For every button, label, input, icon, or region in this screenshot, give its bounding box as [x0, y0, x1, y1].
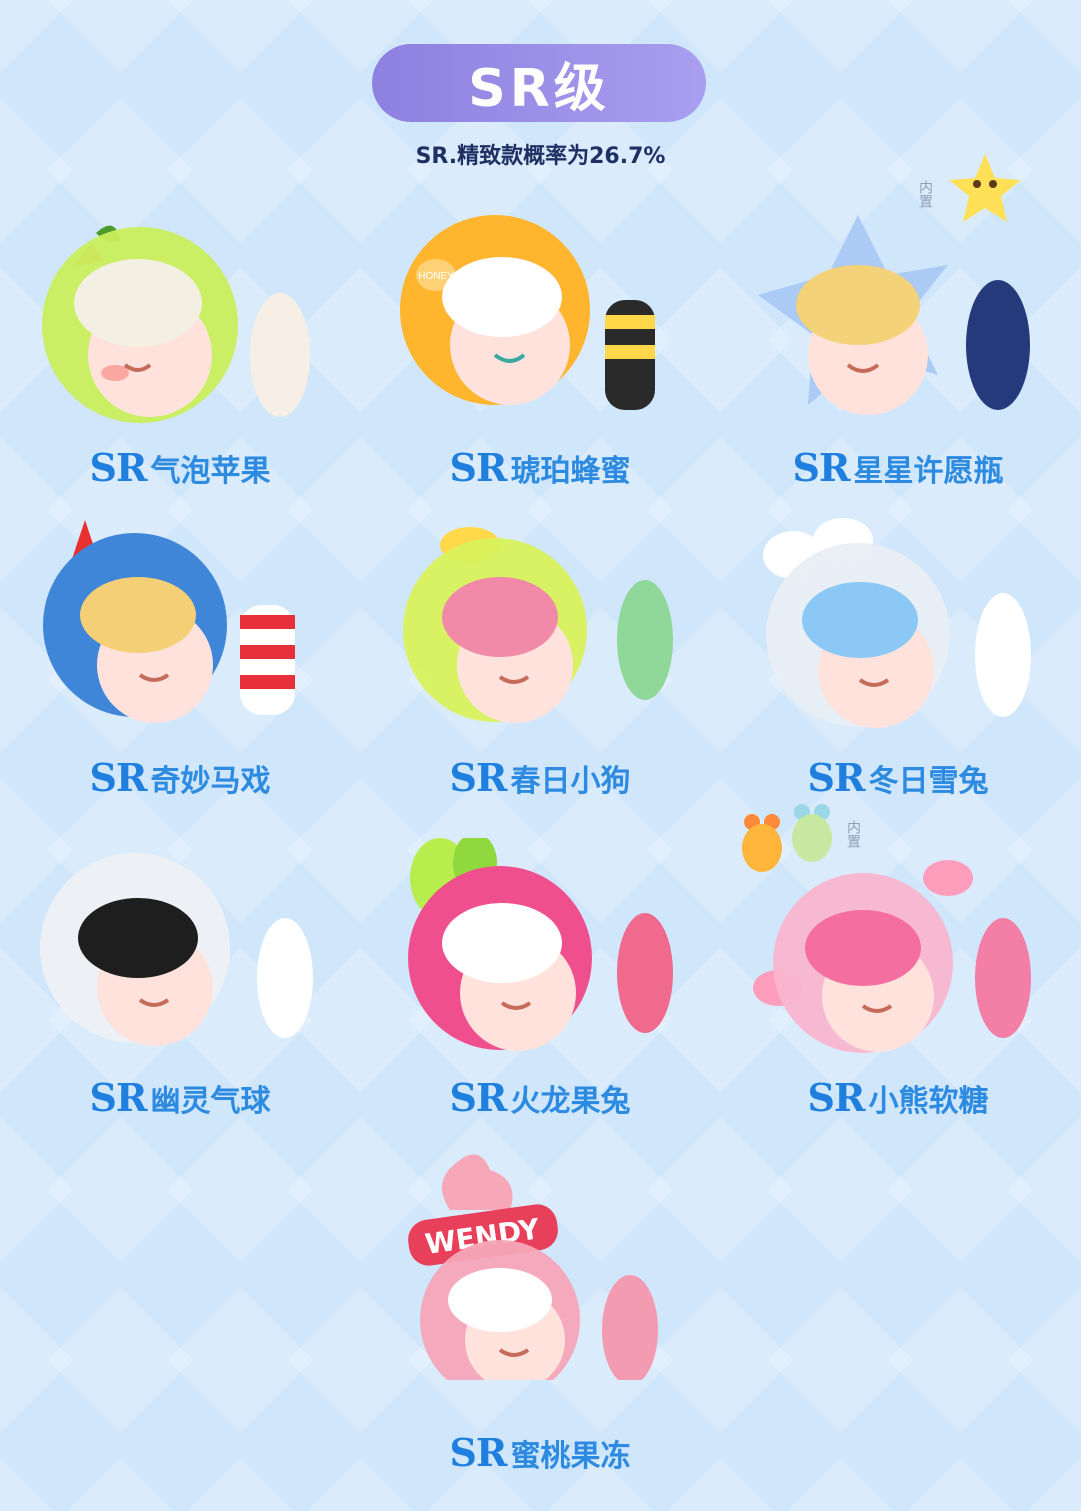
tier-title-badge: SR级: [372, 44, 706, 122]
figure-card[interactable]: SR 春日小狗: [390, 515, 690, 805]
figure-caption: SR 气泡苹果: [89, 445, 271, 490]
figure-card[interactable]: SR 小熊软糖: [748, 838, 1048, 1128]
figure-caption: SR 幽灵气球: [89, 1075, 271, 1120]
figure-caption: SR 星星许愿瓶: [792, 445, 1004, 490]
figure-card[interactable]: SR 冬日雪兔: [748, 515, 1048, 805]
probability-subtitle: SR.精致款概率为26.7%: [415, 144, 666, 169]
sr-tier-page: { "header": { "title": "SR级", "subtitle"…: [0, 0, 1081, 1511]
figure-caption: SR 琥珀蜂蜜: [449, 445, 631, 490]
star-icon: [949, 154, 1021, 222]
figure-illustration: [758, 215, 1030, 415]
figure-card[interactable]: HONEY SR 琥珀蜂蜜: [390, 205, 690, 495]
built-in-note: 内置: [917, 180, 933, 208]
figure-caption: SR 火龙果兔: [449, 1075, 631, 1120]
tier-title: SR级: [468, 58, 610, 119]
figure-illustration: [408, 838, 673, 1051]
figure-illustration: [40, 853, 313, 1046]
figure-illustration: WENDY: [408, 1154, 658, 1380]
figure-illustration: [763, 518, 1031, 728]
figure-card[interactable]: SR 星星许愿瓶: [748, 205, 1048, 495]
figure-illustration: [42, 225, 310, 423]
figure-caption: SR 奇妙马戏: [89, 755, 271, 800]
figure-card[interactable]: WENDY SR 蜜桃果冻: [390, 1150, 690, 1475]
gummy-bear-icon: [742, 804, 832, 872]
figure-caption: SR 小熊软糖: [807, 1075, 989, 1120]
figure-card[interactable]: SR 奇妙马戏: [30, 515, 330, 805]
figure-illustration: [43, 520, 295, 723]
built-in-note: 内置: [845, 820, 861, 848]
figure-card[interactable]: SR 气泡苹果: [30, 205, 330, 495]
figure-card[interactable]: SR 火龙果兔: [390, 838, 690, 1128]
figure-caption: SR 春日小狗: [449, 755, 631, 800]
figure-caption: SR 冬日雪兔: [807, 755, 989, 800]
figure-card[interactable]: SR 幽灵气球: [30, 838, 330, 1128]
figure-illustration: [403, 527, 673, 723]
figure-caption: SR 蜜桃果冻: [449, 1430, 631, 1475]
figure-illustration: HONEY: [400, 215, 655, 410]
